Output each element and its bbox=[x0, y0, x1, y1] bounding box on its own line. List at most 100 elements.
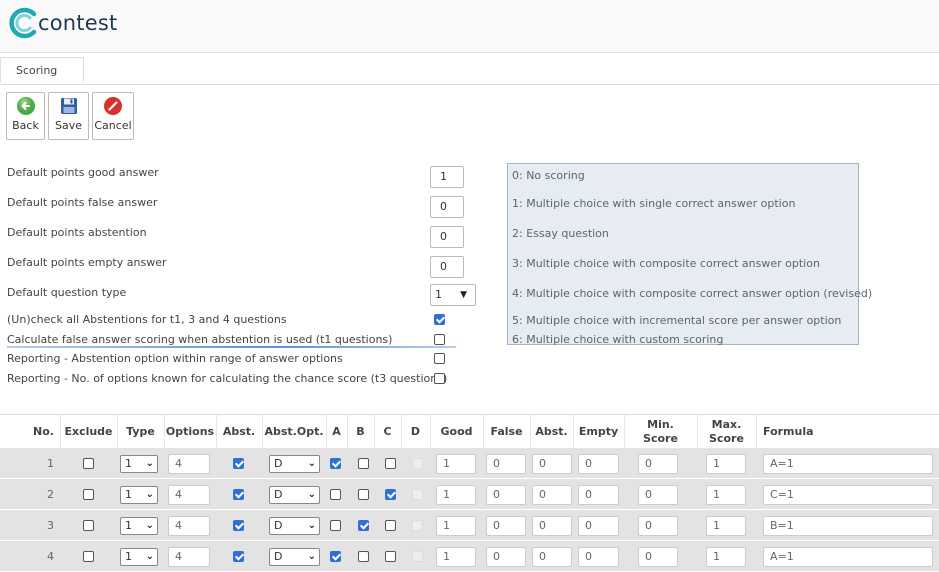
default-empty-label: Default points empty answer bbox=[7, 256, 167, 269]
abst-checkbox[interactable] bbox=[233, 520, 244, 531]
header-abst-opt[interactable]: Abst.Opt. bbox=[262, 415, 325, 448]
abst-opt-select[interactable]: D ⌄ bbox=[269, 548, 320, 566]
back-button-label: Back bbox=[12, 119, 39, 132]
option-c-checkbox[interactable] bbox=[385, 489, 396, 500]
option-c-checkbox[interactable] bbox=[385, 458, 396, 469]
type-select[interactable]: 1 ⌄ bbox=[120, 455, 158, 473]
abst-points-input[interactable]: 0 bbox=[532, 454, 572, 474]
option-a-checkbox[interactable] bbox=[330, 489, 341, 500]
back-button[interactable]: Back bbox=[6, 92, 45, 140]
default-abstention-input[interactable]: 0 bbox=[430, 226, 464, 248]
option-a-checkbox[interactable] bbox=[330, 458, 341, 469]
default-question-type-select[interactable]: 1 ▼ bbox=[430, 284, 476, 306]
header-c[interactable]: C bbox=[374, 415, 400, 448]
header-no[interactable]: No. bbox=[28, 415, 59, 448]
formula-input[interactable]: C=1 bbox=[763, 485, 933, 505]
calc-false-checkbox[interactable] bbox=[434, 334, 445, 345]
abst-opt-select[interactable]: D ⌄ bbox=[269, 486, 320, 504]
formula-input[interactable]: A=1 bbox=[763, 454, 933, 474]
abst-checkbox[interactable] bbox=[233, 458, 244, 469]
type-select[interactable]: 1 ⌄ bbox=[120, 517, 158, 535]
exclude-checkbox[interactable] bbox=[83, 520, 94, 531]
empty-input[interactable]: 0 bbox=[578, 547, 619, 567]
options-input[interactable]: 4 bbox=[168, 547, 210, 567]
option-a-checkbox[interactable] bbox=[330, 551, 341, 562]
option-b-checkbox[interactable] bbox=[358, 551, 369, 562]
header-abst[interactable]: Abst. bbox=[216, 415, 261, 448]
false-input[interactable]: 0 bbox=[486, 454, 526, 474]
header-empty[interactable]: Empty bbox=[573, 415, 623, 448]
min-score-input[interactable]: 0 bbox=[638, 547, 678, 567]
abst-points-input[interactable]: 0 bbox=[532, 516, 572, 536]
header-min-score[interactable]: Min. Score bbox=[624, 415, 696, 448]
header-formula[interactable]: Formula bbox=[756, 415, 939, 448]
empty-input[interactable]: 0 bbox=[578, 516, 619, 536]
abst-checkbox[interactable] bbox=[233, 551, 244, 562]
default-good-input[interactable]: 1 bbox=[430, 166, 464, 188]
false-input[interactable]: 0 bbox=[486, 516, 526, 536]
default-false-input[interactable]: 0 bbox=[430, 196, 464, 218]
exclude-checkbox[interactable] bbox=[83, 489, 94, 500]
empty-input[interactable]: 0 bbox=[578, 485, 619, 505]
type-select[interactable]: 1 ⌄ bbox=[120, 486, 158, 504]
formula-input[interactable]: A=1 bbox=[763, 547, 933, 567]
max-score-input[interactable]: 1 bbox=[706, 454, 746, 474]
good-input[interactable]: 1 bbox=[436, 485, 476, 505]
header-d[interactable]: D bbox=[401, 415, 429, 448]
back-arrow-icon bbox=[16, 97, 35, 115]
reporting-chance-checkbox[interactable] bbox=[434, 373, 445, 384]
good-input[interactable]: 1 bbox=[436, 516, 476, 536]
formula-input[interactable]: B=1 bbox=[763, 516, 933, 536]
header-a[interactable]: A bbox=[326, 415, 346, 448]
empty-input[interactable]: 0 bbox=[578, 454, 619, 474]
option-b-checkbox[interactable] bbox=[358, 489, 369, 500]
uncheck-abstentions-checkbox[interactable] bbox=[434, 314, 445, 325]
uncheck-abstentions-label: (Un)check all Abstentions for t1, 3 and … bbox=[7, 313, 287, 326]
max-score-input[interactable]: 1 bbox=[706, 547, 746, 567]
option-b-checkbox[interactable] bbox=[358, 520, 369, 531]
good-input[interactable]: 1 bbox=[436, 547, 476, 567]
header-b[interactable]: B bbox=[347, 415, 373, 448]
type-select[interactable]: 1 ⌄ bbox=[120, 548, 158, 566]
header-exclude[interactable]: Exclude bbox=[60, 415, 116, 448]
option-d-checkbox bbox=[412, 458, 423, 469]
header-type[interactable]: Type bbox=[117, 415, 163, 448]
default-empty-input[interactable]: 0 bbox=[430, 256, 464, 278]
tab-scoring[interactable]: Scoring bbox=[0, 57, 84, 83]
options-input[interactable]: 4 bbox=[168, 454, 210, 474]
min-score-input[interactable]: 0 bbox=[638, 485, 678, 505]
option-c-checkbox[interactable] bbox=[385, 520, 396, 531]
false-input[interactable]: 0 bbox=[486, 485, 526, 505]
max-score-input[interactable]: 1 bbox=[706, 516, 746, 536]
min-score-input[interactable]: 0 bbox=[638, 454, 678, 474]
abst-checkbox[interactable] bbox=[233, 489, 244, 500]
cancel-button[interactable]: Cancel bbox=[92, 92, 134, 140]
header-false[interactable]: False bbox=[483, 415, 529, 448]
option-a-checkbox[interactable] bbox=[330, 520, 341, 531]
header-min-line1: Min. bbox=[647, 418, 674, 431]
header-good[interactable]: Good bbox=[430, 415, 482, 448]
options-input[interactable]: 4 bbox=[168, 485, 210, 505]
min-score-input[interactable]: 0 bbox=[638, 516, 678, 536]
save-button[interactable]: Save bbox=[48, 92, 89, 140]
good-input[interactable]: 1 bbox=[436, 454, 476, 474]
option-b-checkbox[interactable] bbox=[358, 458, 369, 469]
exclude-checkbox[interactable] bbox=[83, 551, 94, 562]
abst-points-input[interactable]: 0 bbox=[532, 547, 572, 567]
header-abst-points[interactable]: Abst. bbox=[530, 415, 572, 448]
abst-opt-select[interactable]: D ⌄ bbox=[269, 455, 320, 473]
max-score-input[interactable]: 1 bbox=[706, 485, 746, 505]
false-input[interactable]: 0 bbox=[486, 547, 526, 567]
abst-opt-select[interactable]: D ⌄ bbox=[269, 517, 320, 535]
contest-logo[interactable]: contest bbox=[6, 6, 117, 40]
header-max-score[interactable]: Max. Score bbox=[697, 415, 755, 448]
reporting-abstention-checkbox[interactable] bbox=[434, 353, 445, 364]
table-row: 1 1 ⌄ 4 D ⌄ 1 0 0 0 0 1 A=1 bbox=[0, 448, 939, 479]
options-input[interactable]: 4 bbox=[168, 516, 210, 536]
type-value: 1 bbox=[125, 488, 132, 501]
option-c-checkbox[interactable] bbox=[385, 551, 396, 562]
exclude-checkbox[interactable] bbox=[83, 458, 94, 469]
header-options[interactable]: Options bbox=[164, 415, 215, 448]
save-button-label: Save bbox=[54, 119, 82, 132]
abst-points-input[interactable]: 0 bbox=[532, 485, 572, 505]
